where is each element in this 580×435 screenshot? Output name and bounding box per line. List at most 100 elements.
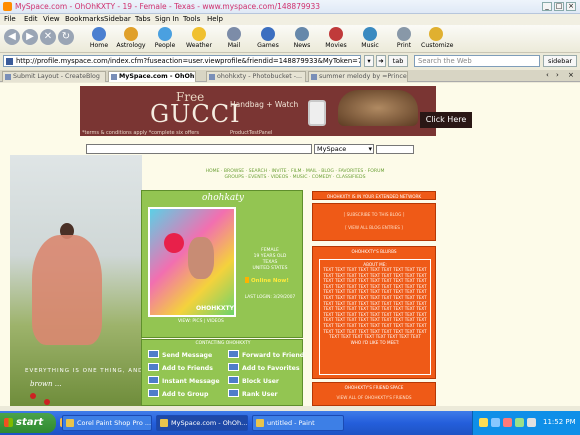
music-button[interactable]: Music [355, 27, 385, 52]
volume-icon[interactable] [491, 418, 500, 427]
instant-message-button[interactable]: Instant Message [148, 376, 220, 386]
news-button[interactable]: News [287, 27, 317, 52]
tab-photobucket[interactable]: ohohkxty - Photobucket -... [206, 71, 306, 82]
tab-scroll-right-icon[interactable]: › [556, 71, 559, 79]
send-message-label: Send Message [162, 352, 213, 359]
menu-bookmarks[interactable]: Bookmarks [65, 15, 104, 23]
extended-network-text: OHOHKXTY IS IN YOUR EXTENDED NETWORK [326, 194, 422, 199]
subscribe-blog-link[interactable]: [ SUBSCRIBE TO THIS BLOG ] [313, 204, 435, 217]
go-arrow-icon[interactable]: ➜ [376, 55, 386, 67]
gucci-ad-banner[interactable]: Free GUCCI Handbag + Watch Click Here *t… [80, 86, 472, 136]
minimize-button[interactable]: _ [542, 2, 552, 11]
profile-box: ohohkaty OHOHKXTY FEMALE 19 YEARS OLD TE… [141, 190, 303, 338]
maximize-button[interactable]: □ [554, 2, 564, 11]
ad-product-text: Handbag + Watch [230, 100, 299, 109]
reload-icon[interactable]: ↻ [58, 29, 74, 45]
view-pics-videos-link[interactable]: VIEW: PICS | VIDEOS [178, 319, 224, 324]
profile-nav-line2[interactable]: GROUPS · EVENTS · VIDEOS · MUSIC · COMED… [190, 175, 400, 181]
blurbs-content: ABOUT ME: TEXT TEXT TEXT TEXT TEXT TEXT … [319, 259, 431, 375]
mail-button[interactable]: Mail [219, 27, 249, 52]
tab-submit-layout[interactable]: Submit Layout - CreateBlog [2, 71, 106, 82]
page-favicon [6, 58, 13, 65]
menu-sidebar[interactable]: Sidebar [104, 15, 131, 23]
menu-help[interactable]: Help [207, 15, 223, 23]
online-now-badge: Online Now! [245, 277, 289, 284]
customize-button[interactable]: Customize [421, 27, 453, 52]
menu-sign-in[interactable]: Sign In [155, 15, 179, 23]
heart-icon [164, 233, 184, 253]
contact-box: CONTACTING OHOHKXTY Send Message Forward… [141, 339, 304, 406]
tab-myspace[interactable]: MySpace.com - OhOhKX... [108, 71, 196, 82]
start-button[interactable]: start [0, 413, 56, 433]
chat-icon [148, 376, 159, 384]
add-to-group-button[interactable]: Add to Group [148, 389, 208, 399]
rank-icon [228, 389, 239, 397]
blurbs-header: OHOHKXTY'S BLURBS [351, 249, 397, 254]
new-tab-button[interactable]: tab [388, 55, 408, 67]
add-friend-icon [148, 363, 159, 371]
tab-close-icon[interactable]: × [568, 71, 574, 79]
menu-view[interactable]: View [43, 15, 60, 23]
menu-file[interactable]: File [4, 15, 16, 23]
weather-button[interactable]: Weather [184, 27, 214, 52]
system-tray: 11:52 PM [472, 411, 580, 435]
search-scope-select[interactable]: MySpace [314, 144, 374, 154]
movies-button[interactable]: Movies [321, 27, 351, 52]
blurbs-box: OHOHKXTY'S BLURBS ABOUT ME: TEXT TEXT TE… [312, 246, 436, 379]
task-paint-shop-pro[interactable]: Corel Paint Shop Pro ... [62, 415, 152, 431]
games-icon [261, 27, 275, 41]
group-icon [148, 389, 159, 397]
block-icon [228, 376, 239, 384]
forward-to-friend-button[interactable]: Forward to Friend [228, 350, 304, 360]
mail-icon [148, 350, 159, 358]
profile-picture[interactable]: OHOHKXTY [148, 207, 236, 317]
web-search-input[interactable]: Search the Web [414, 55, 540, 67]
ad-sponsor: ProductTestPanel [230, 130, 273, 136]
games-button[interactable]: Games [253, 27, 283, 52]
ad-click-here-button[interactable]: Click Here [420, 112, 472, 128]
menu-tabs[interactable]: Tabs [135, 15, 151, 23]
send-message-button[interactable]: Send Message [148, 350, 212, 360]
block-user-button[interactable]: Block User [228, 376, 279, 386]
home-button[interactable]: Home [84, 27, 114, 52]
back-arrow-icon[interactable]: ◀ [4, 29, 20, 45]
menu-edit[interactable]: Edit [24, 15, 38, 23]
task-paint[interactable]: untitled - Paint [252, 415, 344, 431]
add-to-favorites-button[interactable]: Add to Favorites [228, 363, 300, 373]
music-icon [363, 27, 377, 41]
rank-user-button[interactable]: Rank User [228, 389, 278, 399]
profile-name: ohohkaty [202, 193, 244, 203]
address-input[interactable]: http://profile.myspace.com/index.cfm?fus… [3, 55, 361, 67]
forward-arrow-icon[interactable]: ▶ [22, 29, 38, 45]
instant-message-label: Instant Message [162, 378, 220, 385]
search-go-button[interactable] [376, 145, 414, 154]
tab-scroll-left-icon[interactable]: ‹ [546, 71, 549, 79]
close-button[interactable]: × [566, 2, 576, 11]
tray-app-icon[interactable] [527, 418, 536, 427]
network-icon[interactable] [479, 418, 488, 427]
add-group-label: Add to Group [162, 391, 209, 398]
tab-summer-melody[interactable]: summer melody by =Prince... [308, 71, 408, 82]
address-text: http://profile.myspace.com/index.cfm?fus… [16, 57, 361, 65]
face-shape [188, 237, 214, 279]
menu-tools[interactable]: Tools [183, 15, 200, 23]
view-all-friends-link[interactable]: VIEW ALL OF OHOHKXTY'S FRIENDS [313, 390, 435, 400]
title-bar: MySpace.com - OhOhKXTY - 19 - Female - T… [0, 0, 580, 14]
task-myspace-browser[interactable]: MySpace.com - OhOh... [156, 415, 248, 431]
people-button[interactable]: People [150, 27, 180, 52]
ad-fine-print: *terms & conditions apply *complete six … [82, 130, 199, 136]
messenger-icon[interactable] [515, 418, 524, 427]
handbag-image [338, 90, 418, 126]
stop-icon[interactable]: ✕ [40, 29, 56, 45]
print-button[interactable]: Print [389, 27, 419, 52]
background-signature: brown ... [30, 380, 62, 388]
address-dropdown-icon[interactable]: ▾ [364, 55, 374, 67]
astrology-button[interactable]: Astrology [116, 27, 146, 52]
add-to-friends-button[interactable]: Add to Friends [148, 363, 213, 373]
view-blog-entries-link[interactable]: [ VIEW ALL BLOG ENTRIES ] [313, 217, 435, 230]
security-icon[interactable] [503, 418, 512, 427]
print-icon [397, 27, 411, 41]
sidebar-button[interactable]: sidebar [543, 55, 577, 67]
myspace-search-input[interactable] [86, 144, 312, 154]
poppy-icon [44, 399, 50, 405]
